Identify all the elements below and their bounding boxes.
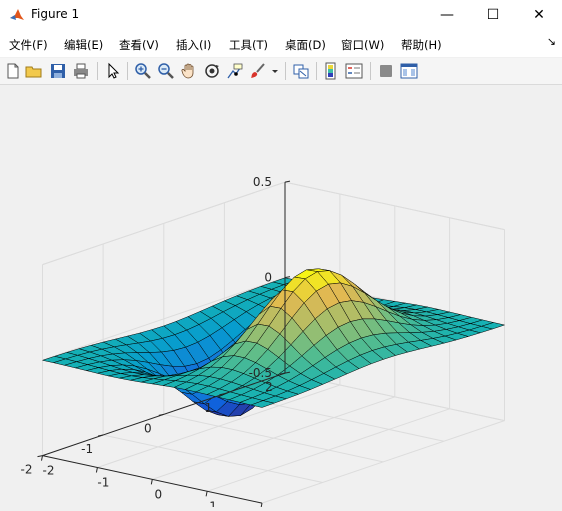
z-tick-mark bbox=[284, 180, 291, 183]
z-tick-mark bbox=[284, 276, 291, 279]
link-plot-icon[interactable] bbox=[292, 62, 310, 80]
new-figure-icon[interactable] bbox=[4, 62, 22, 80]
x-tick-mark bbox=[205, 491, 208, 497]
brush-dropdown-icon[interactable] bbox=[270, 62, 280, 80]
maximize-button[interactable]: ☐ bbox=[470, 0, 516, 31]
y-tick-label: 2 bbox=[265, 380, 273, 394]
menu-tools[interactable]: 工具(T) bbox=[229, 37, 268, 53]
y-tick-label: 1 bbox=[205, 401, 213, 415]
toolbar-separator bbox=[285, 62, 286, 80]
surface-plot[interactable]: -2-1012-2-1012-0.500.5 bbox=[0, 85, 562, 511]
data-cursor-icon[interactable] bbox=[226, 62, 244, 80]
toolbar-separator bbox=[370, 62, 371, 80]
z-tick-label: 0 bbox=[264, 271, 272, 285]
menu-edit[interactable]: 编辑(E) bbox=[64, 37, 103, 53]
x-tick-mark bbox=[150, 479, 153, 485]
y-tick-label: -2 bbox=[21, 463, 33, 477]
window-title: Figure 1 bbox=[31, 7, 80, 21]
menu-file[interactable]: 文件(F) bbox=[9, 37, 48, 53]
show-plot-tools-icon[interactable] bbox=[400, 62, 418, 80]
pointer-icon[interactable] bbox=[104, 62, 122, 80]
figure-canvas[interactable]: -2-1012-2-1012-0.500.5 bbox=[0, 85, 562, 511]
colorbar-icon[interactable] bbox=[322, 62, 340, 80]
z-tick-label: 0.5 bbox=[253, 175, 272, 189]
menu-view[interactable]: 查看(V) bbox=[119, 37, 159, 53]
matlab-logo-icon bbox=[9, 7, 25, 23]
zoom-out-icon[interactable] bbox=[157, 62, 175, 80]
x-tick-label: 1 bbox=[209, 499, 217, 507]
menu-insert[interactable]: 插入(I) bbox=[176, 37, 211, 53]
menu-desktop[interactable]: 桌面(D) bbox=[285, 37, 326, 53]
title-bar: Figure 1 — ☐ ✕ bbox=[0, 0, 562, 31]
x-tick-label: -2 bbox=[43, 464, 55, 478]
x-tick-label: -1 bbox=[97, 476, 109, 490]
dock-arrow-icon[interactable]: ↘ bbox=[547, 35, 556, 48]
x-tick-mark bbox=[95, 467, 98, 473]
x-tick-label: 0 bbox=[154, 487, 162, 501]
toolbar-separator bbox=[97, 62, 98, 80]
figure-toolbar bbox=[0, 58, 562, 85]
open-file-icon[interactable] bbox=[25, 62, 43, 80]
menu-bar: 文件(F) 编辑(E) 查看(V) 插入(I) 工具(T) 桌面(D) 窗口(W… bbox=[0, 31, 562, 58]
print-icon[interactable] bbox=[72, 62, 90, 80]
surface-mesh bbox=[42, 268, 505, 417]
menu-help[interactable]: 帮助(H) bbox=[401, 37, 442, 53]
y-tick-label: 0 bbox=[144, 421, 152, 435]
y-tick-mark bbox=[37, 455, 43, 458]
x-tick-mark bbox=[41, 455, 43, 461]
save-icon[interactable] bbox=[49, 62, 67, 80]
minimize-button[interactable]: — bbox=[424, 0, 470, 31]
y-tick-mark bbox=[98, 434, 104, 437]
y-tick-label: -1 bbox=[81, 442, 93, 456]
hide-plot-tools-icon[interactable] bbox=[377, 62, 395, 80]
toolbar-separator bbox=[127, 62, 128, 80]
zoom-in-icon[interactable] bbox=[134, 62, 152, 80]
z-tick-label: -0.5 bbox=[249, 366, 272, 380]
pan-hand-icon[interactable] bbox=[180, 62, 198, 80]
brush-icon[interactable] bbox=[249, 62, 267, 80]
close-button[interactable]: ✕ bbox=[516, 0, 562, 31]
y-tick-mark bbox=[158, 413, 164, 416]
rotate-3d-icon[interactable] bbox=[203, 62, 221, 80]
legend-icon[interactable] bbox=[345, 62, 363, 80]
menu-window[interactable]: 窗口(W) bbox=[341, 37, 384, 53]
x-tick-mark bbox=[260, 503, 263, 509]
toolbar-separator bbox=[316, 62, 317, 80]
